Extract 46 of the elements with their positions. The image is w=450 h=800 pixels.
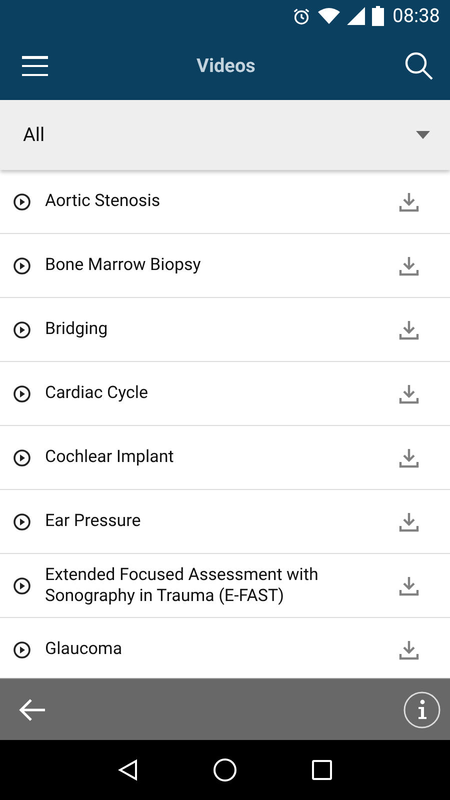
play-icon: [13, 576, 31, 594]
download-icon[interactable]: [399, 384, 419, 404]
play-icon: [13, 256, 31, 274]
play-icon: [13, 512, 31, 530]
video-title: Aortic Stenosis: [45, 191, 162, 212]
play-icon: [13, 320, 31, 338]
video-list-item[interactable]: Ear Pressure: [0, 490, 450, 554]
wifi-icon: [318, 8, 340, 24]
menu-button[interactable]: [22, 56, 48, 76]
video-list-item[interactable]: Aortic Stenosis: [0, 170, 450, 234]
alarm-icon: [292, 6, 311, 26]
video-title: Cardiac Cycle: [45, 383, 150, 404]
video-title: Cochlear Implant: [45, 447, 175, 468]
screen-title: Videos: [196, 52, 256, 79]
video-list-item[interactable]: Cochlear Implant: [0, 426, 450, 490]
play-icon: [13, 640, 31, 658]
video-title: Ear Pressure: [45, 511, 142, 532]
download-icon[interactable]: [399, 576, 419, 596]
video-title: Glaucoma: [45, 639, 124, 660]
video-title: Bridging: [45, 319, 109, 340]
status-time: 08:38: [392, 2, 440, 29]
download-icon[interactable]: [399, 192, 419, 212]
signal-icon: [346, 7, 365, 25]
download-icon[interactable]: [399, 256, 419, 276]
play-icon: [13, 448, 31, 466]
caret-icon: [416, 131, 430, 139]
play-icon: [13, 192, 31, 210]
recents-icon[interactable]: [312, 760, 332, 780]
download-icon[interactable]: [399, 320, 419, 340]
video-list-item[interactable]: Cardiac Cycle: [0, 362, 450, 426]
info-icon[interactable]: [403, 690, 441, 728]
home-icon[interactable]: [212, 758, 237, 782]
battery-icon: [372, 6, 384, 26]
download-icon[interactable]: [399, 448, 419, 468]
download-icon[interactable]: [399, 512, 419, 532]
search-icon[interactable]: [404, 51, 434, 81]
download-icon[interactable]: [399, 640, 419, 660]
filter-dropdown[interactable]: All: [0, 100, 450, 170]
video-list-item[interactable]: Bridging: [0, 298, 450, 362]
back-icon[interactable]: [118, 759, 138, 781]
video-title: Bone Marrow Biopsy: [45, 255, 202, 276]
back-arrow-icon[interactable]: [18, 698, 46, 722]
video-title: Extended Focused Assessment with Sonography in Trauma (E-FAST): [45, 564, 320, 606]
play-icon: [13, 384, 31, 402]
video-list-item[interactable]: Extended Focused Assessment with Sonography in Trauma (E-FAST): [0, 554, 450, 618]
video-list-item[interactable]: Bone Marrow Biopsy: [0, 234, 450, 298]
